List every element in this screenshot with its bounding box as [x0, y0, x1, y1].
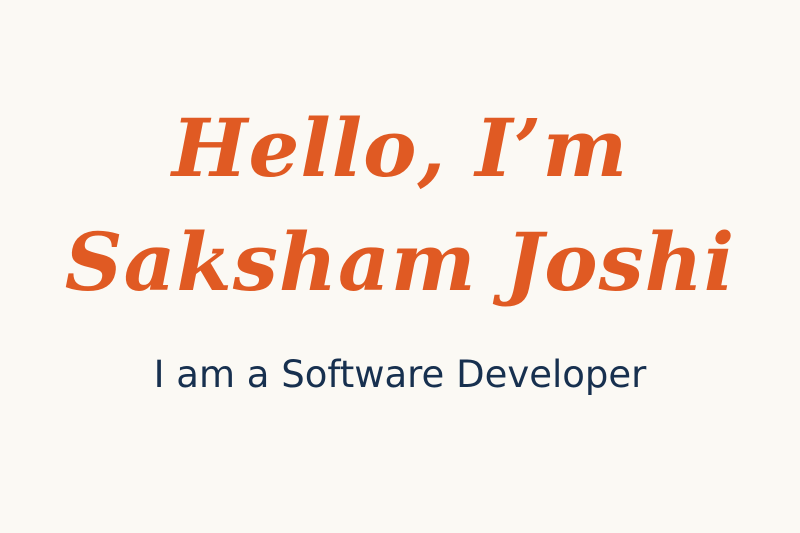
- hero-section: Hello, I’m Saksham Joshi I am a Software…: [0, 0, 800, 533]
- greeting-headline: Hello, I’m: [171, 101, 629, 195]
- role-subtitle: I am a Software Developer: [153, 353, 647, 396]
- name-headline: Saksham Joshi: [64, 215, 736, 309]
